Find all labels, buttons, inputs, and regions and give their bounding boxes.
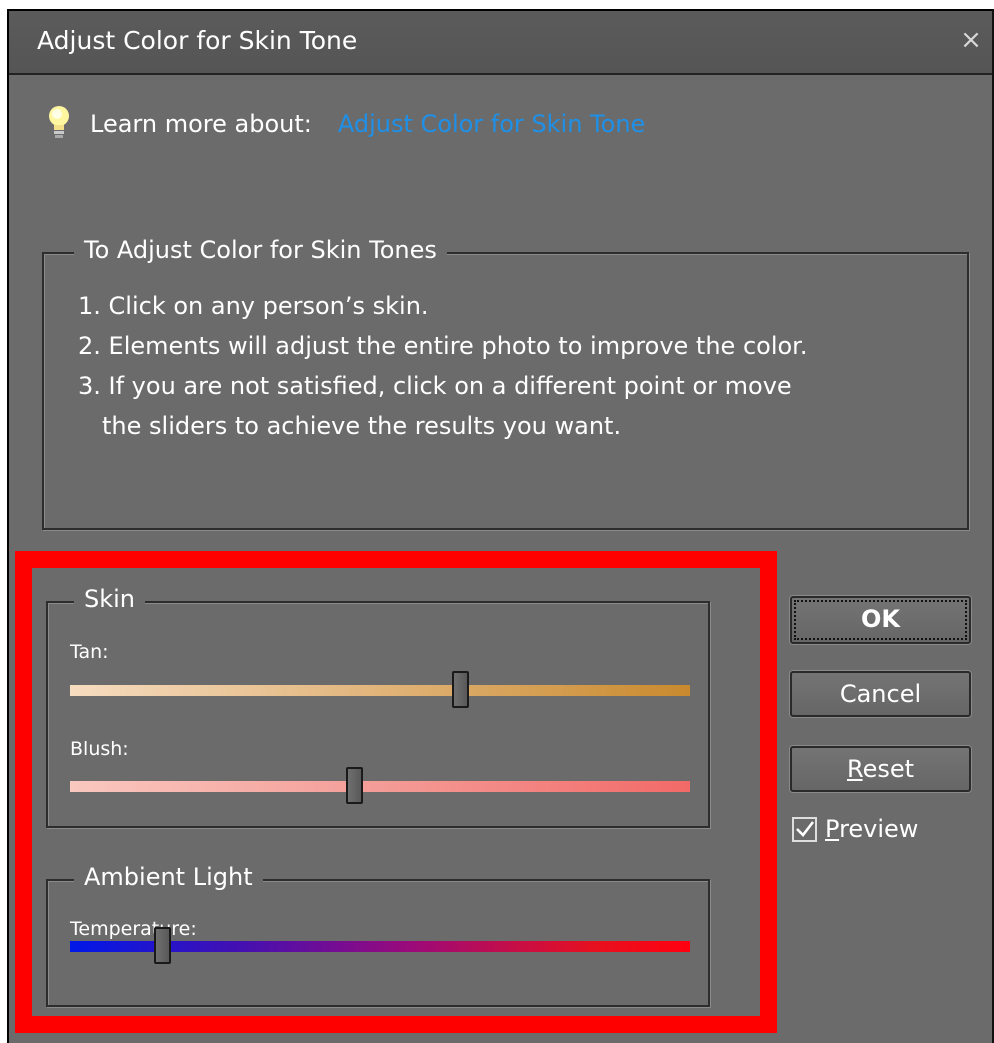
instructions-list: 1. Click on any person’s skin. 2. Elemen… — [78, 286, 807, 446]
learn-more-row: Learn more about: Adjust Color for Skin … — [46, 104, 645, 144]
blush-slider-thumb[interactable] — [346, 767, 364, 804]
checkmark-icon — [795, 821, 814, 837]
instruction-step: 1. Click on any person’s skin. — [78, 292, 429, 320]
tan-label: Tan: — [70, 641, 109, 663]
reset-button[interactable]: Reset — [790, 746, 971, 792]
preview-checkbox-row[interactable]: Preview — [792, 815, 918, 843]
reset-label-rest: eset — [862, 755, 915, 783]
dialog-title: Adjust Color for Skin Tone — [37, 26, 358, 55]
preview-checkbox[interactable] — [792, 816, 817, 842]
skin-group: Skin Tan: Blush: — [46, 585, 710, 828]
help-link[interactable]: Adjust Color for Skin Tone — [338, 110, 645, 138]
instructions-group: To Adjust Color for Skin Tones 1. Click … — [42, 236, 969, 530]
instructions-title: To Adjust Color for Skin Tones — [74, 236, 447, 264]
reset-mnemonic: R — [846, 755, 863, 783]
title-bar[interactable]: Adjust Color for Skin Tone × — [9, 11, 992, 75]
tan-slider[interactable] — [70, 671, 690, 708]
lightbulb-icon — [49, 106, 69, 138]
temperature-label: Temperature: — [70, 918, 197, 940]
blush-label: Blush: — [70, 738, 129, 760]
blush-slider[interactable] — [70, 767, 690, 804]
cancel-button[interactable]: Cancel — [790, 671, 971, 717]
instruction-step-continued: the sliders to achieve the results you w… — [102, 412, 622, 440]
preview-label-rest: review — [839, 815, 919, 843]
tan-slider-thumb[interactable] — [451, 671, 469, 708]
temperature-slider-thumb[interactable] — [154, 927, 171, 964]
preview-label: Preview — [825, 815, 918, 843]
learn-more-label: Learn more about: — [90, 110, 312, 138]
preview-mnemonic: P — [825, 815, 840, 843]
temperature-slider[interactable] — [70, 927, 690, 964]
skin-group-title: Skin — [74, 585, 146, 613]
close-icon[interactable]: × — [956, 25, 986, 55]
instruction-step: 2. Elements will adjust the entire photo… — [78, 332, 808, 360]
ambient-light-title: Ambient Light — [74, 863, 263, 891]
ambient-light-group: Ambient Light Temperature: — [46, 863, 710, 1007]
ok-button[interactable]: OK — [790, 596, 971, 644]
instruction-step: 3. If you are not satisfied, click on a … — [78, 372, 792, 400]
